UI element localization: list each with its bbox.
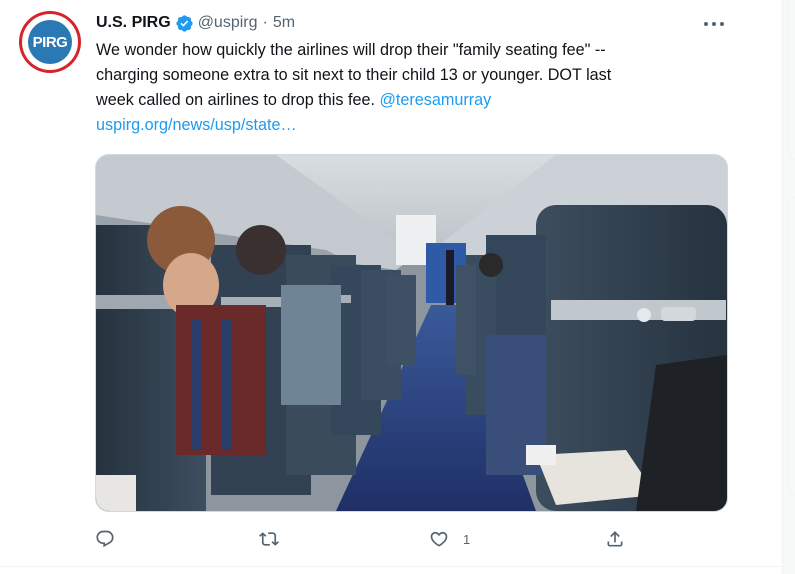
tweet-text: We wonder how quickly the airlines will … bbox=[96, 38, 736, 138]
verified-badge-icon bbox=[175, 14, 194, 33]
separator-dot: · bbox=[262, 14, 268, 31]
tweet-text-line: week called on airlines to drop this fee… bbox=[96, 91, 380, 109]
url-link[interactable]: uspirg.org/news/usp/state… bbox=[96, 116, 297, 134]
like-count: 1 bbox=[463, 531, 471, 547]
tweet-actions: 1 bbox=[95, 524, 735, 554]
retweet-button[interactable] bbox=[259, 524, 279, 554]
retweet-icon bbox=[259, 532, 279, 546]
reply-icon bbox=[96, 530, 114, 548]
tweet-text-line-with-mention: week called on airlines to drop this fee… bbox=[96, 88, 736, 113]
avatar-logo-text: PIRG bbox=[32, 33, 68, 51]
like-button[interactable]: 1 bbox=[429, 524, 470, 554]
sidebar-card bbox=[787, 0, 795, 162]
tweet-timestamp[interactable]: 5m bbox=[273, 14, 295, 32]
airplane-cabin-photo-icon bbox=[96, 155, 727, 511]
avatar-ring: PIRG bbox=[22, 14, 78, 70]
share-icon bbox=[607, 531, 623, 547]
reply-button[interactable] bbox=[95, 524, 115, 554]
mention-link[interactable]: @teresamurray bbox=[379, 91, 491, 109]
heart-icon bbox=[430, 531, 448, 547]
tweet-card[interactable]: PIRG U.S. PIRG @uspirg · 5m We wonder ho… bbox=[0, 0, 783, 574]
share-button[interactable] bbox=[605, 524, 625, 554]
divider bbox=[0, 566, 782, 567]
avatar-logo: PIRG bbox=[28, 20, 72, 64]
sidebar-card bbox=[787, 195, 795, 497]
tweet-text-line: We wonder how quickly the airlines will … bbox=[96, 41, 606, 59]
avatar[interactable]: PIRG bbox=[19, 11, 81, 73]
tweet-text-url-line: uspirg.org/news/usp/state… bbox=[96, 113, 736, 138]
tweet-text-line: charging someone extra to sit next to th… bbox=[96, 66, 612, 84]
right-sidebar bbox=[783, 0, 795, 574]
author-display-name[interactable]: U.S. PIRG bbox=[96, 14, 171, 32]
author-handle[interactable]: @uspirg bbox=[198, 14, 258, 32]
more-options-icon[interactable] bbox=[701, 14, 727, 34]
tweet-header: U.S. PIRG @uspirg · 5m bbox=[96, 12, 295, 34]
tweet-photo[interactable] bbox=[95, 154, 728, 512]
